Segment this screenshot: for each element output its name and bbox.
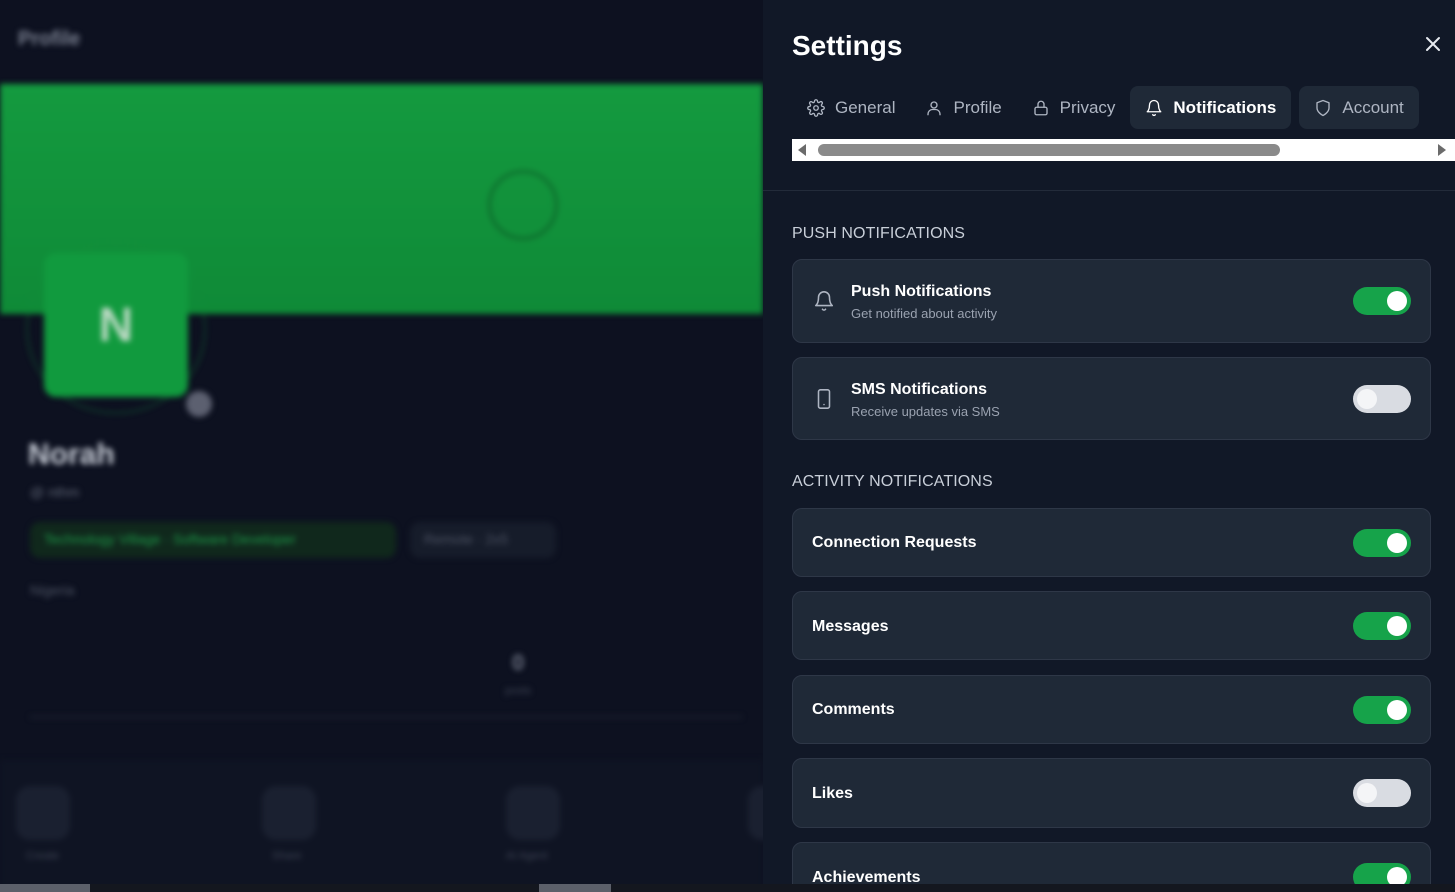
tabs-scrollbar[interactable] (792, 139, 1455, 161)
profile-divider (30, 716, 742, 718)
profile-action-bar (0, 760, 763, 892)
profile-location: Nigeria (30, 582, 75, 598)
settings-title: Settings (792, 30, 903, 61)
bell-icon (814, 291, 834, 311)
sms-notifications-description: Receive updates via SMS (851, 404, 1000, 419)
create-action-icon (16, 786, 70, 840)
banner-decoration (488, 170, 558, 240)
user-icon (927, 100, 942, 115)
sms-notifications-toggle[interactable] (1353, 385, 1411, 413)
tab-account[interactable]: Account (1299, 86, 1419, 129)
camera-icon (186, 391, 212, 417)
toggle-knob (1357, 783, 1377, 803)
tab-account-label: Account (1342, 97, 1404, 117)
profile-page-title: Profile (18, 28, 81, 50)
lock-icon (1033, 100, 1048, 115)
likes-toggle[interactable] (1353, 779, 1411, 807)
sms-notifications-card: SMS Notifications Receive updates via SM… (792, 357, 1431, 440)
toggle-knob (1387, 867, 1407, 884)
comments-toggle[interactable] (1353, 696, 1411, 724)
messages-label: Messages (812, 618, 889, 635)
profile-background-blur: Profile N Norah @ nthm Technology Villag… (0, 0, 763, 892)
achievements-label: Achievements (812, 869, 921, 884)
likes-card: Likes (792, 758, 1431, 828)
scroll-right-arrow-icon[interactable] (1438, 144, 1446, 156)
tab-notifications[interactable]: Notifications (1130, 86, 1292, 129)
role-chip: Technology Village · Software Developer (30, 522, 396, 558)
tab-general-label: General (835, 97, 896, 117)
push-section-title: PUSH NOTIFICATIONS (792, 225, 966, 242)
toggle-knob (1387, 616, 1407, 636)
settings-tabs: General Profile Privacy Notifications Ac… (792, 86, 1419, 129)
bell-icon (1146, 99, 1162, 116)
scrollbar-thumb[interactable] (818, 144, 1280, 156)
profile-handle: @ nthm (30, 484, 80, 500)
push-notifications-card: Push Notifications Get notified about ac… (792, 259, 1431, 343)
stat-label: posts (505, 685, 532, 697)
ai-agent-action-icon (506, 786, 560, 840)
toggle-knob (1387, 700, 1407, 720)
connection-requests-card: Connection Requests (792, 508, 1431, 577)
share-action-label: Share (272, 850, 302, 862)
profile-background: Profile N Norah @ nthm Technology Villag… (0, 0, 763, 892)
close-button[interactable] (1419, 30, 1447, 58)
push-notifications-toggle[interactable] (1353, 287, 1411, 315)
more-action-icon (748, 786, 763, 840)
tab-general[interactable]: General (792, 86, 910, 129)
profile-name: Norah (28, 438, 115, 471)
connection-requests-label: Connection Requests (812, 534, 977, 551)
create-action-label: Create (26, 850, 60, 862)
achievements-toggle[interactable] (1353, 863, 1411, 884)
tab-notifications-label: Notifications (1173, 97, 1277, 117)
connection-requests-toggle[interactable] (1353, 529, 1411, 557)
toggle-knob (1387, 291, 1407, 311)
settings-panel: Settings General Profile Privacy Notific… (763, 0, 1455, 884)
header-divider (763, 190, 1455, 191)
status-chip: Remote · 2x5 (410, 522, 556, 558)
share-action-icon (262, 786, 316, 840)
tab-privacy-label: Privacy (1059, 97, 1116, 117)
close-icon (1426, 37, 1440, 51)
avatar: N (44, 253, 188, 397)
tab-profile[interactable]: Profile (910, 86, 1016, 129)
scrollbar-thumb[interactable] (0, 884, 90, 892)
push-notifications-description: Get notified about activity (851, 306, 997, 321)
phone-icon (817, 389, 831, 409)
stat-value: 0 (512, 650, 525, 675)
achievements-card: Achievements (792, 842, 1431, 884)
scrollbar-thumb-secondary[interactable] (539, 884, 611, 892)
messages-toggle[interactable] (1353, 612, 1411, 640)
activity-section-title: ACTIVITY NOTIFICATIONS (792, 473, 993, 490)
comments-card: Comments (792, 675, 1431, 744)
page-horizontal-scrollbar[interactable] (0, 884, 1455, 892)
toggle-knob (1357, 389, 1377, 409)
messages-card: Messages (792, 591, 1431, 660)
tab-privacy[interactable]: Privacy (1017, 86, 1131, 129)
tab-profile-label: Profile (953, 97, 1002, 117)
sms-notifications-label: SMS Notifications (851, 381, 988, 398)
push-notifications-label: Push Notifications (851, 283, 992, 300)
likes-label: Likes (812, 785, 853, 802)
ai-agent-action-label: AI Agent (506, 850, 548, 862)
comments-label: Comments (812, 701, 895, 718)
shield-icon (1316, 99, 1331, 116)
toggle-knob (1387, 533, 1407, 553)
gear-icon (807, 98, 825, 117)
scroll-left-arrow-icon[interactable] (798, 144, 806, 156)
